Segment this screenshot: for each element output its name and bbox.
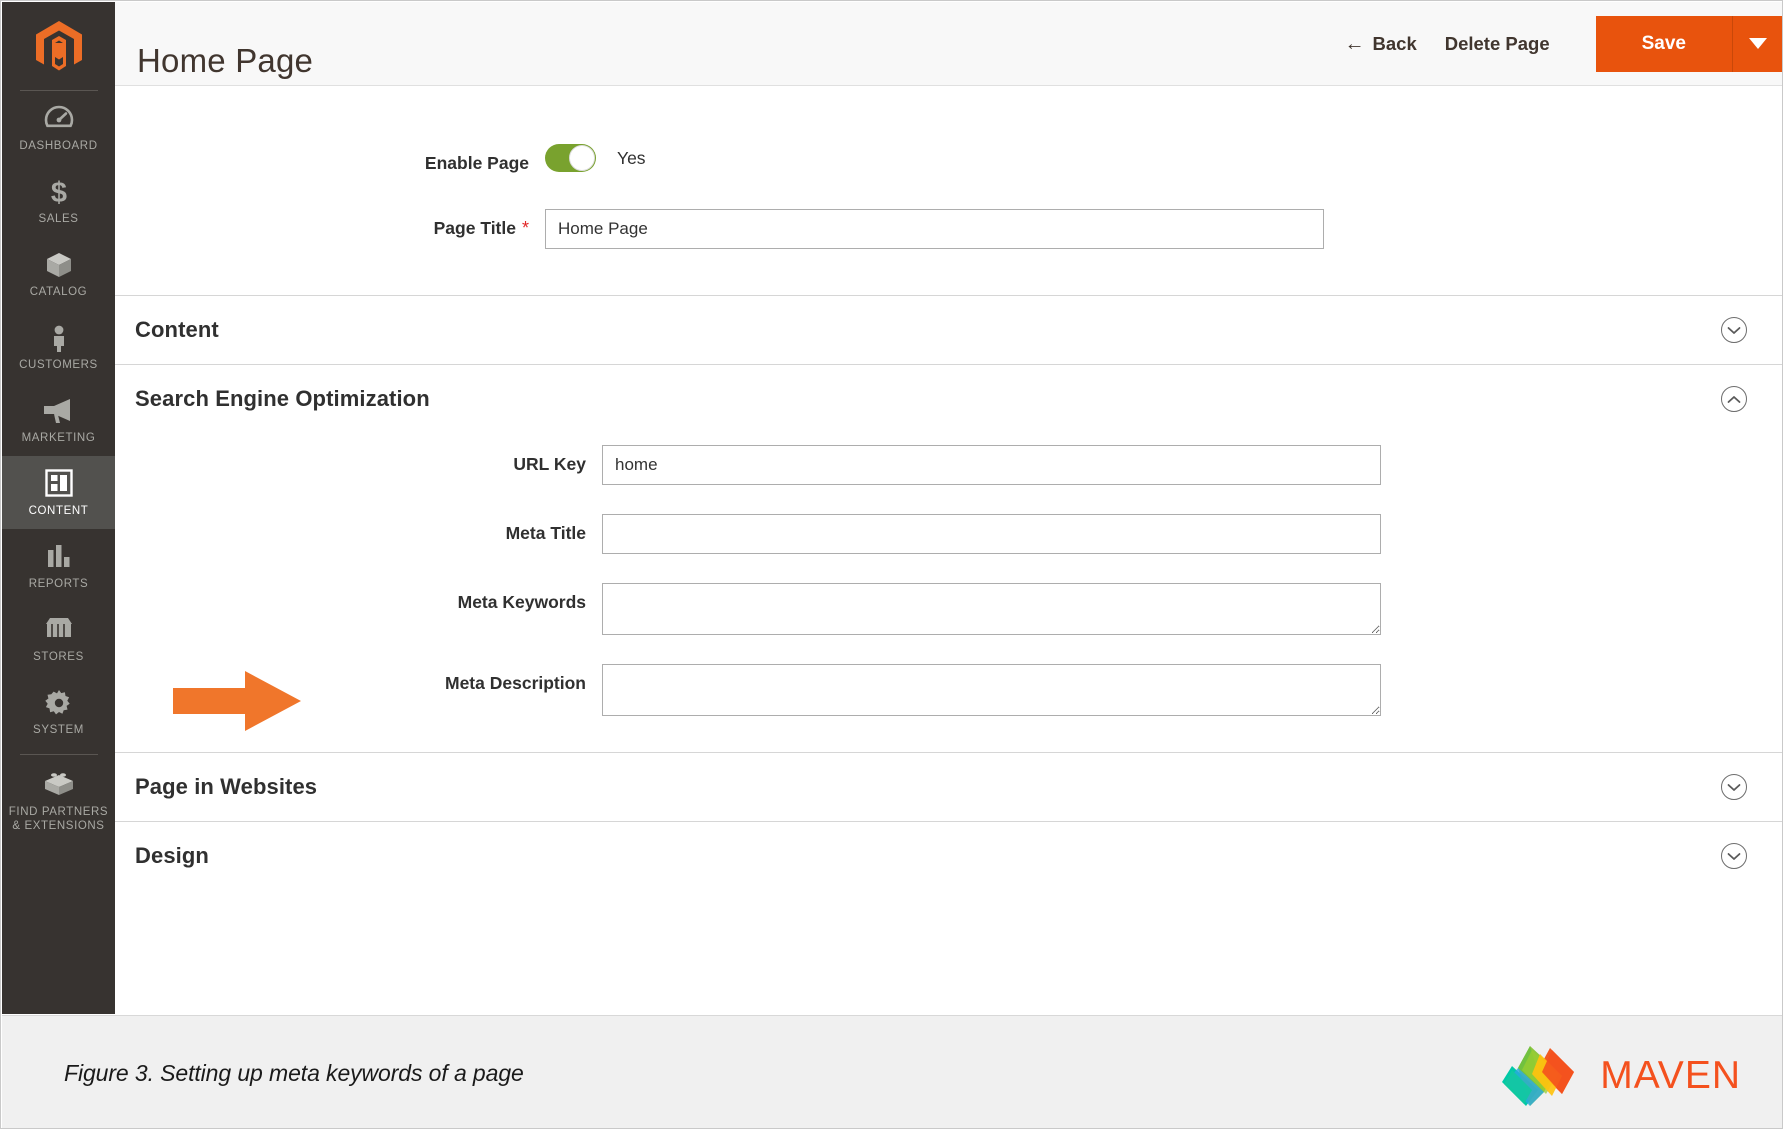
meta-keywords-label: Meta Keywords <box>457 592 586 612</box>
toggle-knob <box>569 145 595 171</box>
save-button[interactable]: Save <box>1595 15 1732 72</box>
sidebar-divider-bottom <box>19 754 98 755</box>
sidebar-item-label: DASHBOARD <box>19 140 98 152</box>
sidebar-item-label: STORES <box>33 651 84 663</box>
back-button-label: Back <box>1372 32 1417 54</box>
enable-page-label: Enable Page <box>424 153 529 173</box>
page-content: Enable Page Yes Page Title* Con <box>115 86 1782 1014</box>
section-seo-body: URL Key Meta Title Meta Keywords <box>115 445 1782 752</box>
sidebar-item-label: FIND PARTNERS & EXTENSIONS <box>8 806 109 832</box>
section-page-in-websites-header[interactable]: Page in Websites <box>115 753 1782 821</box>
sidebar-item-content[interactable]: CONTENT <box>2 456 115 529</box>
save-dropdown-button[interactable] <box>1733 15 1782 72</box>
delete-page-label: Delete Page <box>1444 32 1550 54</box>
magento-logo[interactable] <box>2 2 115 90</box>
meta-title-row: Meta Title <box>115 514 1782 554</box>
required-asterisk: * <box>521 218 529 238</box>
url-key-input[interactable] <box>602 445 1381 485</box>
save-button-group: Save <box>1595 15 1782 72</box>
delete-page-button[interactable]: Delete Page <box>1431 23 1564 65</box>
enable-page-control: Yes <box>545 144 1782 172</box>
bar-chart-icon <box>4 542 113 572</box>
section-content: Content <box>115 295 1782 364</box>
sidebar-item-label: SALES <box>38 213 79 225</box>
section-seo-header[interactable]: Search Engine Optimization <box>115 365 1782 433</box>
meta-title-input[interactable] <box>602 514 1381 554</box>
enable-page-toggle[interactable] <box>545 144 596 172</box>
layout-page-icon <box>4 469 113 499</box>
lego-brick-icon <box>4 770 113 800</box>
page-title-row: Page Title * <box>115 209 1782 249</box>
arrow-left-icon: ← <box>1344 32 1365 55</box>
section-content-header[interactable]: Content <box>115 296 1782 364</box>
meta-keywords-textarea[interactable] <box>602 583 1381 635</box>
dollar-sign-icon: $ <box>4 177 113 209</box>
section-seo: Search Engine Optimization URL Key Meta … <box>115 364 1782 752</box>
section-page-in-websites: Page in Websites <box>115 752 1782 821</box>
page-header: Home Page ← Back Delete Page Save <box>115 2 1782 86</box>
page-title-label-text: Page Title <box>433 218 516 238</box>
section-page-in-websites-title: Page in Websites <box>135 774 318 799</box>
sidebar-item-catalog[interactable]: CATALOG <box>2 237 115 310</box>
section-design-header[interactable]: Design <box>115 822 1782 890</box>
sidebar-item-reports[interactable]: REPORTS <box>2 529 115 602</box>
maven-wordmark: MAVEN <box>1600 1054 1741 1097</box>
chevron-down-icon[interactable] <box>1721 317 1747 343</box>
meta-description-textarea[interactable] <box>602 664 1381 716</box>
figure-footer: Figure 3. Setting up meta keywords of a … <box>2 1015 1782 1128</box>
sidebar-item-label: MARKETING <box>21 432 96 444</box>
maven-logo: MAVEN <box>1500 1044 1741 1108</box>
sidebar-item-stores[interactable]: STORES <box>2 602 115 675</box>
enable-page-state-text: Yes <box>617 147 646 168</box>
meta-title-label: Meta Title <box>505 523 586 543</box>
url-key-label: URL Key <box>513 454 586 474</box>
sidebar-item-marketing[interactable]: MARKETING <box>2 383 115 456</box>
maven-diamonds-logo-icon <box>1502 1046 1575 1106</box>
storefront-icon <box>4 615 113 645</box>
sidebar-item-find-partners[interactable]: FIND PARTNERS & EXTENSIONS <box>2 757 115 844</box>
svg-text:$: $ <box>50 177 66 207</box>
section-content-title: Content <box>135 317 219 342</box>
magento-logo-icon <box>35 21 82 71</box>
chevron-down-icon[interactable] <box>1721 774 1747 800</box>
box-icon <box>4 250 113 280</box>
section-design: Design <box>115 821 1782 890</box>
sidebar-item-dashboard[interactable]: DASHBOARD <box>2 91 115 164</box>
sidebar-item-system[interactable]: SYSTEM <box>2 675 115 748</box>
figure-caption: Figure 3. Setting up meta keywords of a … <box>64 1060 524 1086</box>
section-design-title: Design <box>135 843 209 868</box>
meta-description-label: Meta Description <box>445 673 586 693</box>
sidebar-item-sales[interactable]: $ SALES <box>2 164 115 237</box>
sidebar-item-label: CONTENT <box>28 505 89 517</box>
header-actions: ← Back Delete Page Save <box>1331 2 1782 85</box>
meta-description-row: Meta Description <box>115 664 1782 716</box>
caret-down-icon <box>1749 38 1767 49</box>
page-title: Home Page <box>137 42 314 80</box>
sidebar-item-label: CATALOG <box>29 286 88 298</box>
sidebar-item-customers[interactable]: CUSTOMERS <box>2 310 115 383</box>
url-key-row: URL Key <box>115 445 1782 485</box>
megaphone-icon <box>4 396 113 426</box>
sidebar-item-label: SYSTEM <box>33 724 84 736</box>
page-title-field-label: Page Title * <box>115 209 545 247</box>
gear-icon <box>4 688 113 718</box>
person-icon <box>4 323 113 353</box>
section-seo-title: Search Engine Optimization <box>135 386 430 411</box>
admin-sidebar: DASHBOARD $ SALES CATALOG CUSTOMERS MARK… <box>2 2 115 1014</box>
meta-keywords-row: Meta Keywords <box>115 583 1782 635</box>
chevron-up-icon[interactable] <box>1721 386 1747 412</box>
chevron-down-icon[interactable] <box>1721 843 1747 869</box>
sidebar-item-label: REPORTS <box>28 578 89 590</box>
page-title-input[interactable] <box>545 209 1324 249</box>
sidebar-item-label: CUSTOMERS <box>19 359 98 371</box>
enable-page-row: Enable Page Yes <box>115 144 1782 182</box>
back-button[interactable]: ← Back <box>1331 23 1431 65</box>
dashboard-gauge-icon <box>4 104 113 134</box>
screenshot-frame: DASHBOARD $ SALES CATALOG CUSTOMERS MARK… <box>0 0 1783 1129</box>
